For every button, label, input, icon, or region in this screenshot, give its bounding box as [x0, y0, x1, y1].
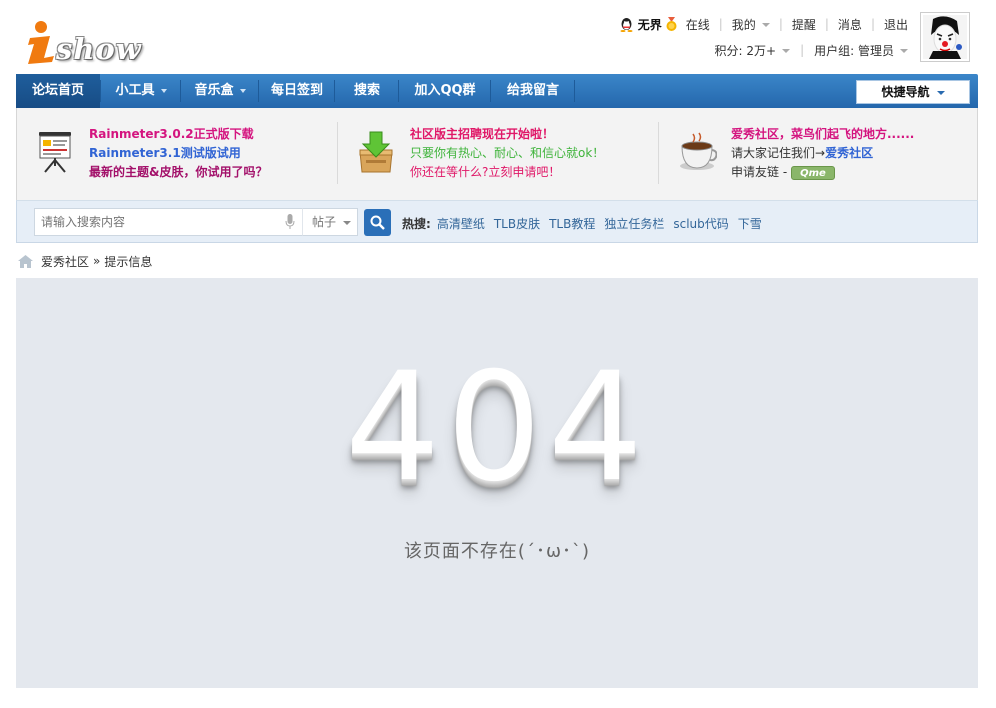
search-type-select[interactable]: 帖子 [302, 208, 358, 236]
promo-line: 请大家记住我们→爱秀社区 [731, 144, 914, 163]
nav-item-guestbook[interactable]: 给我留言 [492, 74, 574, 108]
points-label: 积分: 2万+ [714, 43, 777, 58]
user-stats-bar: 积分: 2万+ | 用户组: 管理员 [715, 42, 908, 58]
logout-link[interactable]: 退出 [884, 16, 908, 33]
nav-divider [180, 80, 181, 102]
qq-penguin-icon [620, 17, 633, 32]
avatar[interactable] [920, 12, 970, 62]
promo-link[interactable]: 你还在等什么?立刻申请吧！ [410, 163, 604, 182]
promo-rainmeter-text: Rainmeter3.0.2正式版下载 Rainmeter3.1测试版试用 最新… [89, 125, 267, 182]
nav-item-search[interactable]: 搜索 [336, 74, 398, 108]
error-message: 该页面不存在(´･ω･`) [403, 541, 591, 562]
promo-rainmeter: Rainmeter3.0.2正式版下载 Rainmeter3.1测试版试用 最新… [17, 108, 337, 200]
usergroup-label: 用户组: 管理员 [814, 43, 894, 58]
divider: | [800, 43, 805, 57]
reminders-link[interactable]: 提醒 [792, 16, 816, 33]
nav-item-checkin[interactable]: 每日签到 [260, 74, 334, 108]
hot-search-item[interactable]: TLB皮肤 [494, 215, 540, 232]
search-icon [370, 215, 385, 230]
nav-item-home[interactable]: 论坛首页 [16, 74, 100, 108]
error-code: 404 [344, 341, 650, 515]
usergroup-menu[interactable]: 用户组: 管理员 [814, 42, 908, 59]
promo-community: 爱秀社区，菜鸟们起飞的地方...... 请大家记住我们→爱秀社区 申请友链 - … [659, 108, 977, 200]
hot-search-label: 热搜: [402, 217, 431, 231]
hot-search-item[interactable]: 下雪 [738, 215, 762, 232]
username-link[interactable]: 无界 [638, 16, 662, 33]
breadcrumb-current: 提示信息 [104, 254, 153, 269]
coffee-cup-icon [680, 132, 717, 170]
presentation-board-icon [39, 132, 71, 173]
messages-link[interactable]: 消息 [838, 16, 862, 33]
nav-divider [490, 80, 491, 102]
promo-text: 申请友链 - [731, 165, 791, 179]
main-nav: 论坛首页 小工具 音乐盒 每日签到 搜索 加入QQ群 给我留言 快捷导航 [16, 74, 978, 108]
promo-link[interactable]: Rainmeter3.0.2正式版下载 [89, 125, 267, 144]
promo-link[interactable]: 最新的主题&皮肤，你试用了吗？ [89, 163, 267, 182]
divider: | [870, 17, 875, 31]
my-menu-label: 我的 [731, 17, 756, 32]
nav-item-label: 小工具 [115, 83, 155, 98]
clown-avatar-image [923, 15, 967, 59]
logo-i-mark [28, 21, 54, 64]
nav-item-label: 音乐盒 [194, 83, 234, 98]
download-box-icon [359, 131, 393, 173]
home-icon[interactable] [18, 254, 33, 268]
divider: | [718, 17, 723, 31]
caret-down-icon [936, 90, 945, 95]
divider: | [824, 17, 829, 31]
nav-item-music[interactable]: 音乐盒 [182, 74, 258, 108]
search-input[interactable] [34, 208, 318, 236]
chevron-down-icon [239, 88, 246, 93]
nav-divider [574, 80, 575, 102]
site-logo[interactable]: show [26, 18, 154, 66]
divider: | [778, 17, 783, 31]
promo-moderator: 社区版主招聘现在开始啦！ 只要你有热心、耐心、和信心就ok！ 你还在等什么?立刻… [338, 108, 658, 200]
page-header: show 无界 在线 | 我的 | 提醒 | 消息 | 退出 积分: 2万+ |… [0, 0, 996, 74]
chevron-down-icon [160, 88, 167, 93]
nav-divider [398, 80, 399, 102]
hot-search: 热搜: 高清壁纸 TLB皮肤 TLB教程 独立任务栏 sclub代码 下雪 [402, 215, 771, 232]
search-button[interactable] [364, 209, 391, 236]
online-status[interactable]: 在线 [686, 16, 710, 33]
microphone-icon[interactable] [285, 214, 295, 230]
promo-banner: Rainmeter3.0.2正式版下载 Rainmeter3.1测试版试用 最新… [16, 108, 978, 200]
points-menu[interactable]: 积分: 2万+ [715, 42, 791, 59]
promo-moderator-text: 社区版主招聘现在开始啦！ 只要你有热心、耐心、和信心就ok！ 你还在等什么?立刻… [410, 125, 604, 182]
chevron-down-icon [343, 221, 351, 225]
promo-link[interactable]: 爱秀社区，菜鸟们起飞的地方...... [731, 125, 914, 144]
nav-item-tools[interactable]: 小工具 [102, 74, 180, 108]
chevron-down-icon [782, 49, 791, 53]
promo-text: 请大家记住我们→ [731, 146, 826, 160]
breadcrumb: 爱秀社区 » 提示信息 [18, 253, 152, 269]
chevron-down-icon [761, 23, 770, 27]
chevron-down-icon [900, 49, 908, 53]
hot-search-item[interactable]: sclub代码 [673, 215, 728, 232]
promo-link[interactable]: Rainmeter3.1测试版试用 [89, 144, 267, 163]
hot-search-item[interactable]: TLB教程 [549, 215, 595, 232]
hot-search-item[interactable]: 高清壁纸 [437, 215, 485, 232]
quick-nav-label: 快捷导航 [881, 85, 930, 99]
breadcrumb-home-link[interactable]: 爱秀社区 [41, 253, 89, 270]
nav-divider [334, 80, 335, 102]
quick-nav-button[interactable]: 快捷导航 [856, 80, 970, 104]
nav-divider [100, 80, 101, 102]
community-link[interactable]: 爱秀社区 [825, 146, 873, 160]
error-panel: 404 该页面不存在(´･ω･`) [16, 278, 978, 688]
promo-link[interactable]: 社区版主招聘现在开始啦！ [410, 125, 604, 144]
qme-badge[interactable]: Qme [790, 165, 835, 180]
medal-icon [666, 16, 677, 31]
promo-text: 只要你有热心、耐心、和信心就ok！ [410, 146, 605, 160]
breadcrumb-separator: » [93, 254, 101, 268]
nav-divider [258, 80, 259, 102]
hot-search-item[interactable]: 独立任务栏 [604, 215, 664, 232]
logo-text: show [56, 32, 142, 66]
user-bar: 无界 在线 | 我的 | 提醒 | 消息 | 退出 [619, 15, 908, 33]
search-bar: 帖子 热搜: 高清壁纸 TLB皮肤 TLB教程 独立任务栏 sclub代码 下雪 [16, 200, 978, 243]
nav-item-qq-group[interactable]: 加入QQ群 [400, 74, 490, 108]
my-menu[interactable]: 我的 [732, 16, 770, 33]
promo-community-text: 爱秀社区，菜鸟们起飞的地方...... 请大家记住我们→爱秀社区 申请友链 - … [731, 125, 914, 182]
promo-line: 申请友链 - Qme [731, 163, 914, 182]
search-type-label: 帖子 [312, 215, 337, 229]
